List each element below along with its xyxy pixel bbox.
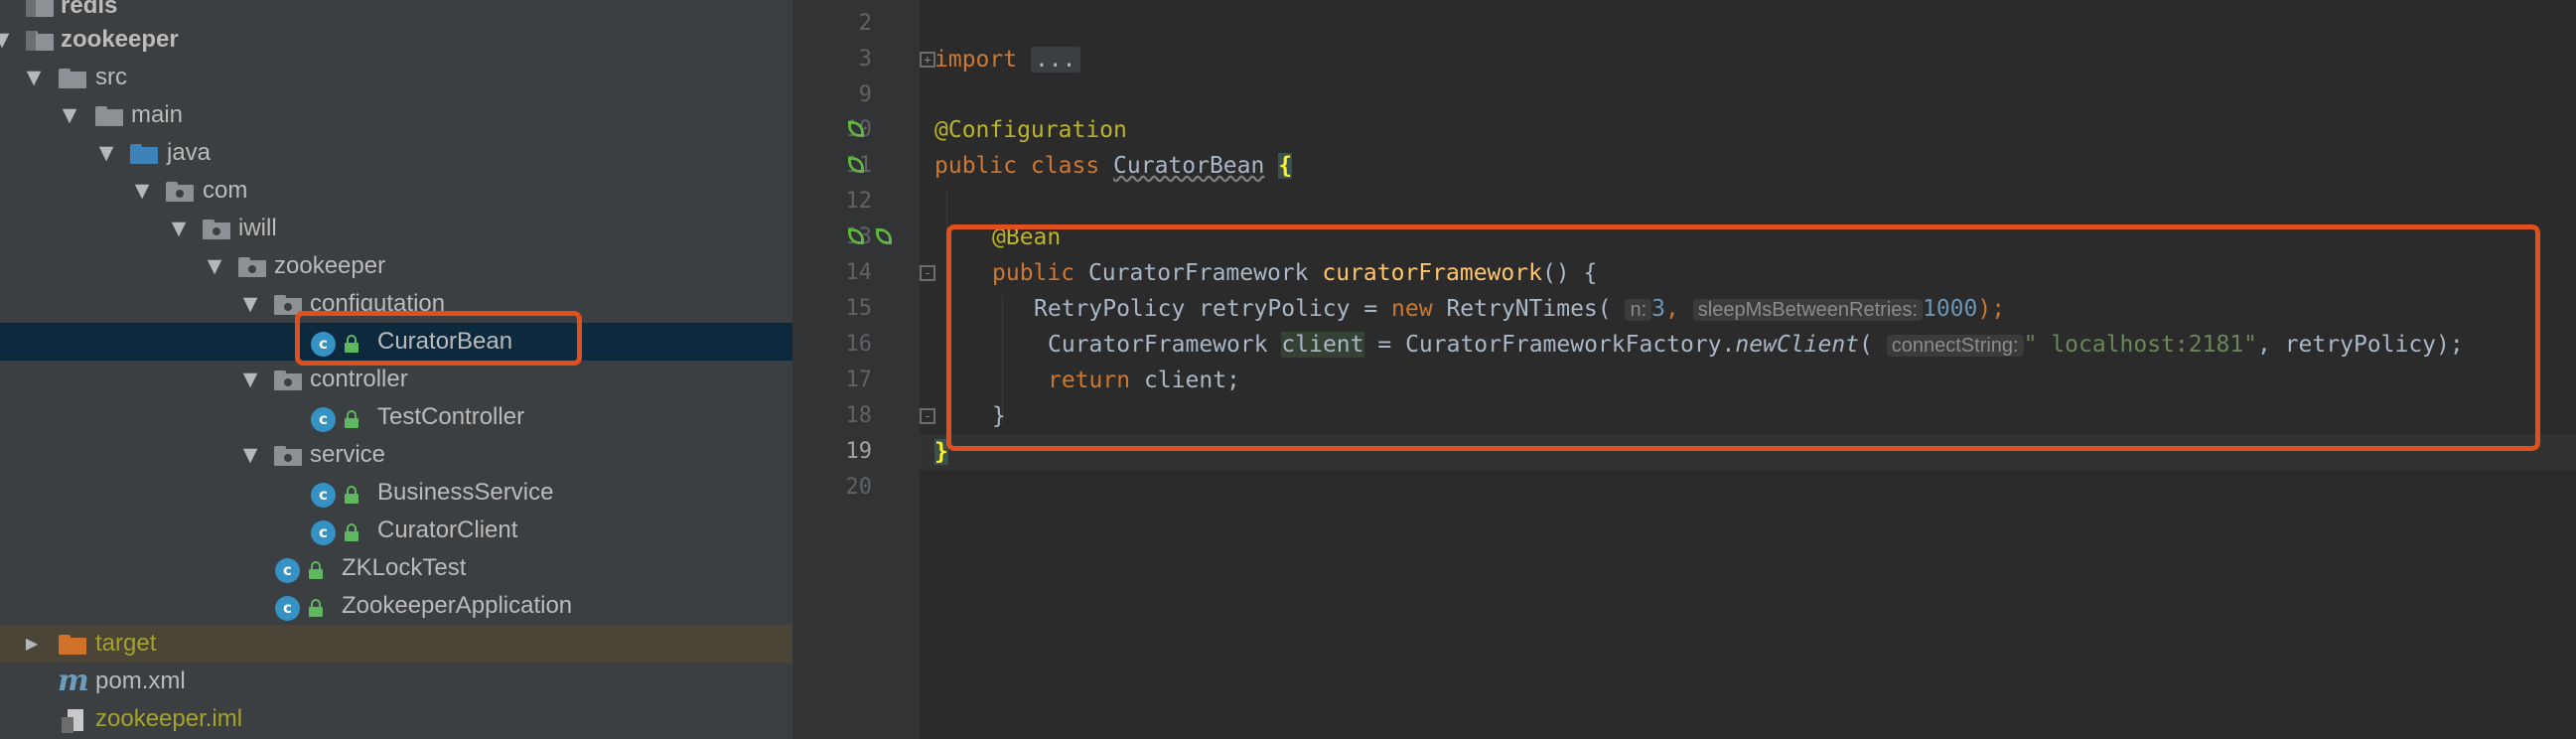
package-icon bbox=[274, 370, 302, 390]
tree-item-label: ZKLockTest bbox=[342, 554, 467, 581]
spring-bean-icon[interactable] bbox=[872, 224, 896, 248]
tree-item-zookeeper-iml[interactable]: zookeeper.iml bbox=[0, 700, 792, 738]
tree-item-label: main bbox=[131, 101, 184, 128]
tree-item-zklocktest[interactable]: c ZKLockTest bbox=[0, 549, 792, 587]
chevron-down-icon[interactable]: ▼ bbox=[238, 361, 262, 398]
fold-minus-icon[interactable]: - bbox=[920, 408, 935, 424]
spring-bean-icon[interactable] bbox=[844, 224, 868, 248]
keyword: import bbox=[934, 47, 1018, 73]
lock-icon bbox=[345, 410, 358, 428]
tree-item-label: target bbox=[95, 630, 157, 657]
tree-item-label: BusinessService bbox=[377, 479, 554, 506]
line-number: 20 bbox=[845, 475, 873, 500]
tree-item-label: controller bbox=[310, 366, 408, 392]
line-number: 15 bbox=[845, 296, 873, 321]
tree-item-label: TestController bbox=[377, 403, 525, 430]
annotation: @Configuration bbox=[934, 117, 1127, 143]
code-line-3[interactable]: import ... bbox=[934, 42, 1080, 77]
lock-icon bbox=[345, 486, 358, 504]
class-icon: c bbox=[311, 483, 336, 508]
tree-item-src[interactable]: ▼ src bbox=[0, 59, 792, 96]
tree-item-service[interactable]: ▼ service bbox=[0, 436, 792, 474]
chevron-down-icon[interactable]: ▼ bbox=[167, 210, 191, 247]
tree-item-label: pom.xml bbox=[95, 667, 186, 694]
excluded-folder-icon bbox=[59, 635, 86, 655]
tree-item-java[interactable]: ▼ java bbox=[0, 134, 792, 172]
highlight-box-curatorbean bbox=[295, 311, 582, 366]
tree-item-zookeeper-package[interactable]: ▼ zookeeper bbox=[0, 247, 792, 285]
tree-item-label: java bbox=[167, 139, 212, 166]
class-name: CuratorBean bbox=[1113, 153, 1265, 179]
chevron-down-icon[interactable]: ▼ bbox=[238, 285, 262, 323]
tree-item-label: src bbox=[95, 64, 127, 90]
folder-icon bbox=[59, 69, 86, 88]
chevron-down-icon[interactable]: ▼ bbox=[0, 21, 14, 59]
line-number: 19 bbox=[845, 439, 873, 464]
brace-match: { bbox=[1278, 153, 1293, 179]
line-number: 17 bbox=[845, 368, 873, 392]
line-number: 14 bbox=[845, 260, 873, 285]
tree-item-iwill[interactable]: ▼ iwill bbox=[0, 210, 792, 247]
tree-item-controller[interactable]: ▼ controller bbox=[0, 361, 792, 398]
code-editor[interactable]: 2 3 9 10 11 12 13 14 15 16 17 18 19 20 +… bbox=[792, 0, 2576, 739]
tree-item-label: service bbox=[310, 441, 386, 468]
spring-bean-icon[interactable] bbox=[844, 117, 868, 141]
lock-icon bbox=[309, 599, 323, 617]
line-number: 3 bbox=[858, 47, 872, 72]
keyword: public class bbox=[934, 153, 1100, 179]
code-line-10[interactable]: @Configuration bbox=[934, 112, 1127, 148]
class-icon: c bbox=[311, 407, 336, 432]
chevron-right-icon[interactable]: ▶ bbox=[20, 625, 44, 663]
code-line-11[interactable]: public class CuratorBean { bbox=[934, 148, 1293, 184]
highlight-box-bean-method bbox=[946, 224, 2540, 451]
source-folder-icon bbox=[130, 144, 158, 164]
tree-item-zookeeper-module[interactable]: ▼ zookeeper bbox=[0, 21, 792, 59]
package-icon bbox=[274, 446, 302, 466]
runnable-class-icon: c bbox=[275, 558, 300, 583]
module-folder-icon bbox=[26, 0, 54, 17]
module-folder-icon bbox=[26, 31, 54, 51]
chevron-down-icon[interactable]: ▼ bbox=[238, 436, 262, 474]
folder-icon bbox=[95, 106, 123, 126]
chevron-down-icon[interactable]: ▼ bbox=[58, 96, 81, 134]
chevron-down-icon[interactable]: ▼ bbox=[203, 247, 226, 285]
tree-item-curatorclient[interactable]: c CuratorClient bbox=[0, 512, 792, 549]
tree-item-main[interactable]: ▼ main bbox=[0, 96, 792, 134]
line-number: 2 bbox=[858, 11, 872, 36]
tree-item-target[interactable]: ▶ target bbox=[0, 625, 792, 663]
line-number: 12 bbox=[845, 189, 873, 214]
tree-item-label: zookeeper bbox=[274, 252, 386, 279]
tree-item-label: CuratorClient bbox=[377, 517, 518, 543]
line-number: 16 bbox=[845, 332, 873, 357]
tree-item-label: ZookeeperApplication bbox=[342, 592, 573, 619]
spring-boot-class-icon: c bbox=[275, 596, 300, 621]
class-icon: c bbox=[311, 520, 336, 545]
fold-plus-icon[interactable]: + bbox=[920, 52, 935, 68]
iml-file-icon bbox=[62, 709, 83, 733]
tree-item-testcontroller[interactable]: c TestController bbox=[0, 398, 792, 436]
package-icon bbox=[166, 182, 194, 202]
tree-item-zookeeperapplication[interactable]: c ZookeeperApplication bbox=[0, 587, 792, 625]
package-icon bbox=[238, 257, 266, 277]
maven-icon: m bbox=[58, 664, 89, 698]
tree-item-businessservice[interactable]: c BusinessService bbox=[0, 474, 792, 512]
tree-item-label: zookeeper.iml bbox=[95, 705, 243, 732]
tree-item-label: iwill bbox=[238, 215, 277, 241]
project-tree: redis ▼ zookeeper ▼ src ▼ main ▼ java ▼ … bbox=[0, 0, 792, 739]
fold-minus-icon[interactable]: - bbox=[920, 265, 935, 281]
chevron-down-icon[interactable]: ▼ bbox=[94, 134, 118, 172]
tree-item-label: com bbox=[203, 177, 248, 204]
package-icon bbox=[203, 220, 230, 239]
tree-item-com[interactable]: ▼ com bbox=[0, 172, 792, 210]
chevron-down-icon[interactable]: ▼ bbox=[130, 172, 154, 210]
lock-icon bbox=[345, 523, 358, 541]
tree-item-label: zookeeper bbox=[61, 26, 179, 53]
line-number: 9 bbox=[858, 82, 872, 107]
folded-imports[interactable]: ... bbox=[1030, 47, 1080, 73]
spring-bean-icon[interactable] bbox=[844, 153, 868, 177]
lock-icon bbox=[309, 561, 323, 579]
tree-item-pom-xml[interactable]: m pom.xml bbox=[0, 663, 792, 700]
line-number: 18 bbox=[845, 403, 873, 428]
chevron-down-icon[interactable]: ▼ bbox=[22, 59, 46, 96]
